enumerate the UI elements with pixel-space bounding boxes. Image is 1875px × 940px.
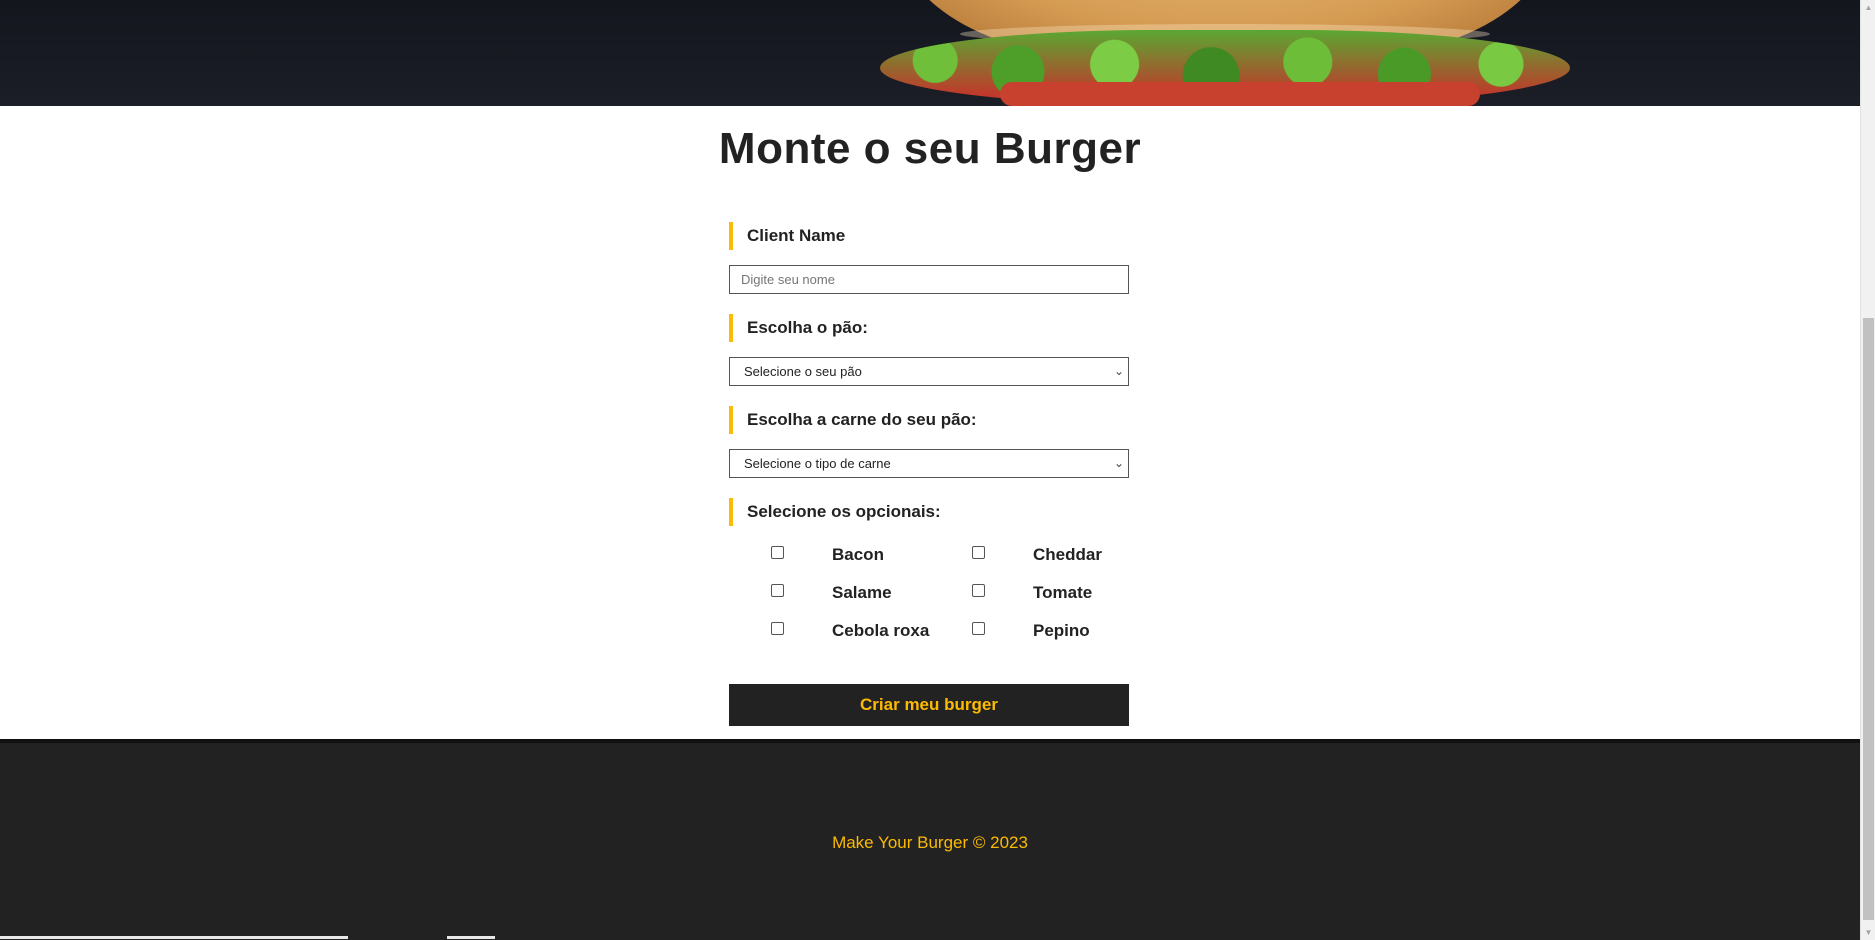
- chevron-down-icon: ⌄: [1113, 364, 1124, 378]
- meat-select-value: Selecione o tipo de carne: [744, 456, 891, 471]
- vertical-scrollbar[interactable]: ▲ ▼: [1860, 0, 1875, 940]
- hero-banner: [0, 0, 1860, 106]
- main-content: Monte o seu Burger Client Name Escolha o…: [0, 106, 1860, 739]
- optional-label: Pepino: [1033, 621, 1090, 640]
- burger-tomato: [1000, 82, 1480, 106]
- scrollbar-thumb[interactable]: [1863, 318, 1874, 920]
- optionals-label: Selecione os opcionais:: [729, 498, 1129, 526]
- scroll-up-icon[interactable]: ▲: [1861, 0, 1875, 15]
- horizontal-scrollbar[interactable]: [0, 936, 1860, 940]
- optional-label: Bacon: [832, 545, 884, 564]
- page-title: Monte o seu Burger: [718, 124, 1142, 173]
- checkbox-icon[interactable]: [771, 584, 784, 597]
- checkbox-icon[interactable]: [972, 584, 985, 597]
- client-name-label: Client Name: [729, 222, 1129, 250]
- meat-label: Escolha a carne do seu pão:: [729, 406, 1129, 434]
- optional-label: Tomate: [1033, 583, 1093, 602]
- optionals-list: Bacon Cheddar Salame Tomate Cebola roxa …: [729, 534, 1129, 654]
- checkbox-icon[interactable]: [972, 622, 985, 635]
- burger-form: Client Name Escolha o pão: Selecione o s…: [729, 222, 1129, 726]
- bread-label: Escolha o pão:: [729, 314, 1129, 342]
- create-burger-button[interactable]: Criar meu burger: [729, 684, 1129, 726]
- footer: Make Your Burger © 2023: [0, 739, 1860, 940]
- bread-select[interactable]: Selecione o seu pão ⌄: [729, 357, 1129, 386]
- checkbox-icon[interactable]: [972, 546, 985, 559]
- checkbox-icon[interactable]: [771, 622, 784, 635]
- burger-image: [880, 0, 1570, 106]
- client-name-input[interactable]: [729, 265, 1129, 294]
- optional-label: Cebola roxa: [832, 621, 930, 640]
- checkbox-icon[interactable]: [771, 546, 784, 559]
- optional-label: Salame: [832, 583, 892, 602]
- chevron-down-icon: ⌄: [1113, 456, 1124, 470]
- meat-select[interactable]: Selecione o tipo de carne ⌄: [729, 449, 1129, 478]
- bread-select-value: Selecione o seu pão: [744, 364, 862, 379]
- scroll-down-icon[interactable]: ▼: [1861, 925, 1875, 940]
- footer-text: Make Your Burger © 2023: [832, 833, 1028, 852]
- optional-label: Cheddar: [1033, 545, 1102, 564]
